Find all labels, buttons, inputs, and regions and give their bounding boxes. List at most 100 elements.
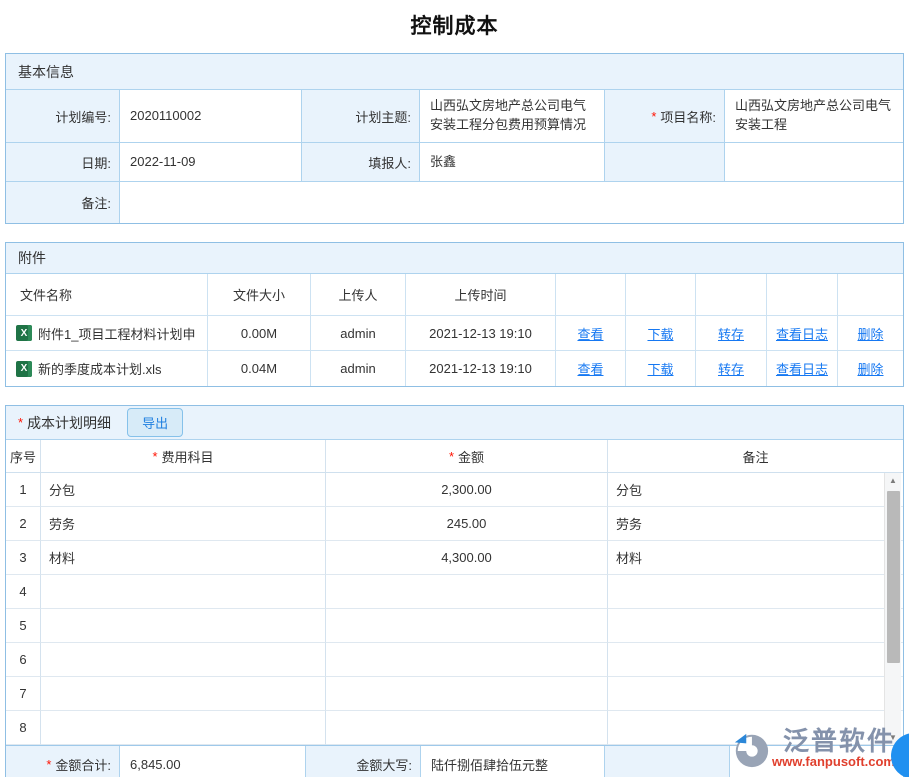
- excel-file-icon: X: [16, 325, 32, 341]
- row-subject: [41, 677, 326, 711]
- row-subject: [41, 609, 326, 643]
- row-seq: 4: [6, 575, 41, 609]
- col-header-file-size: 文件大小: [208, 274, 311, 316]
- project-name-label: * 项目名称:: [605, 90, 725, 143]
- attachment-file-size: 0.04M: [208, 351, 311, 386]
- amount-in-words-label: 金额大写:: [306, 746, 421, 777]
- date-label: 日期:: [6, 143, 120, 182]
- attachment-upload-time: 2021-12-13 19:10: [406, 316, 556, 351]
- download-link[interactable]: 下载: [647, 324, 673, 343]
- row-seq: 2: [6, 507, 41, 541]
- col-header-upload-time: 上传时间: [406, 274, 556, 316]
- plan-subject-label: 计划主题:: [302, 90, 420, 143]
- row-remark: [608, 575, 903, 609]
- col-header-uploader: 上传人: [311, 274, 406, 316]
- attachments-panel: 附件 文件名称 文件大小 上传人 上传时间 X 附件1_项目工程材料计划申 0.…: [5, 242, 904, 387]
- cost-row: 2 劳务 245.00 劳务: [6, 507, 903, 541]
- row-amount: [326, 643, 608, 677]
- row-remark: 劳务: [608, 507, 903, 541]
- required-asterisk: *: [651, 109, 656, 124]
- transfer-link[interactable]: 转存: [718, 324, 744, 343]
- plan-subject-value: 山西弘文房地产总公司电气安装工程分包费用预算情况: [420, 90, 605, 143]
- view-log-link[interactable]: 查看日志: [776, 359, 828, 378]
- row-subject: [41, 643, 326, 677]
- basic-info-section-title: 基本信息: [18, 62, 74, 82]
- date-value: 2022-11-09: [120, 143, 302, 182]
- cost-row: 6: [6, 643, 903, 677]
- required-asterisk: *: [18, 415, 23, 430]
- cost-plan-section-header: * 成本计划明细 导出: [6, 406, 903, 440]
- col-header-action4: [767, 274, 838, 316]
- attachment-file-size: 0.00M: [208, 316, 311, 351]
- col-header-subject: * 费用科目: [41, 440, 326, 473]
- row-subject: 材料: [41, 541, 326, 575]
- attachments-section-header: 附件: [6, 243, 903, 274]
- row-amount: 2,300.00: [326, 473, 608, 507]
- basic-info-section-header: 基本信息: [6, 54, 903, 90]
- row-amount: 245.00: [326, 507, 608, 541]
- cost-plan-table: 序号 * 费用科目 * 金额 备注: [6, 440, 903, 473]
- col-header-action5: [838, 274, 903, 316]
- vendor-url: www.fanpusoft.com: [772, 755, 895, 768]
- delete-link[interactable]: 删除: [857, 359, 883, 378]
- row-seq: 6: [6, 643, 41, 677]
- row-seq: 7: [6, 677, 41, 711]
- attachments-section-title: 附件: [18, 248, 46, 268]
- attachment-row-file-name: X 附件1_项目工程材料计划申: [6, 316, 208, 351]
- scrollbar-thumb[interactable]: [887, 491, 900, 663]
- view-link[interactable]: 查看: [577, 324, 603, 343]
- row-amount: [326, 575, 608, 609]
- total-amount-value: 6,845.00: [120, 746, 306, 777]
- row-subject: 劳务: [41, 507, 326, 541]
- row-subject: [41, 711, 326, 745]
- fanpu-logo-icon: [732, 731, 770, 774]
- col-header-seq: 序号: [6, 440, 41, 473]
- cost-row: 3 材料 4,300.00 材料: [6, 541, 903, 575]
- row-amount: 4,300.00: [326, 541, 608, 575]
- cost-plan-section-title: 成本计划明细: [27, 413, 111, 433]
- view-log-link[interactable]: 查看日志: [776, 324, 828, 343]
- attachment-uploader: admin: [311, 351, 406, 386]
- scroll-up-arrow[interactable]: ▲: [885, 473, 901, 488]
- total-amount-label: * 金额合计:: [6, 746, 120, 777]
- row-seq: 3: [6, 541, 41, 575]
- delete-link[interactable]: 删除: [857, 324, 883, 343]
- row-subject: 分包: [41, 473, 326, 507]
- cost-row: 1 分包 2,300.00 分包: [6, 473, 903, 507]
- col-header-file-name: 文件名称: [6, 274, 208, 316]
- plan-no-label: 计划编号:: [6, 90, 120, 143]
- row-remark: 材料: [608, 541, 903, 575]
- basic-info-grid: 计划编号: 2020110002 计划主题: 山西弘文房地产总公司电气安装工程分…: [6, 90, 903, 223]
- attachment-row-file-name: X 新的季度成本计划.xls: [6, 351, 208, 386]
- transfer-link[interactable]: 转存: [718, 359, 744, 378]
- excel-file-icon: X: [16, 361, 32, 377]
- footer-empty-label-cell: [605, 746, 730, 777]
- cost-plan-panel: * 成本计划明细 导出 序号 * 费用科目 * 金额 备注 1 分包 2,300…: [5, 405, 904, 777]
- col-header-amount: * 金额: [326, 440, 608, 473]
- row-remark: [608, 643, 903, 677]
- basic-info-panel: 基本信息 计划编号: 2020110002 计划主题: 山西弘文房地产总公司电气…: [5, 53, 904, 224]
- row-seq: 5: [6, 609, 41, 643]
- export-button[interactable]: 导出: [127, 408, 183, 437]
- row-seq: 1: [6, 473, 41, 507]
- vendor-watermark: 泛普软件 www.fanpusoft.com: [732, 728, 895, 774]
- row-amount: [326, 677, 608, 711]
- col-header-action3: [696, 274, 767, 316]
- row-subject: [41, 575, 326, 609]
- remark-value: [120, 182, 903, 223]
- download-link[interactable]: 下载: [647, 359, 673, 378]
- row-remark: [608, 609, 903, 643]
- cost-row: 4: [6, 575, 903, 609]
- empty-label-cell: [605, 143, 725, 182]
- cost-row: 7: [6, 677, 903, 711]
- row-amount: [326, 711, 608, 745]
- project-name-value: 山西弘文房地产总公司电气安装工程: [725, 90, 903, 143]
- attachment-upload-time: 2021-12-13 19:10: [406, 351, 556, 386]
- page-title: 控制成本: [0, 0, 909, 53]
- amount-in-words-value: 陆仟捌佰肆拾伍元整: [421, 746, 605, 777]
- row-seq: 8: [6, 711, 41, 745]
- empty-value-cell: [725, 143, 903, 182]
- detail-scrollbar[interactable]: ▲ ▼: [884, 473, 901, 745]
- reporter-label: 填报人:: [302, 143, 420, 182]
- view-link[interactable]: 查看: [577, 359, 603, 378]
